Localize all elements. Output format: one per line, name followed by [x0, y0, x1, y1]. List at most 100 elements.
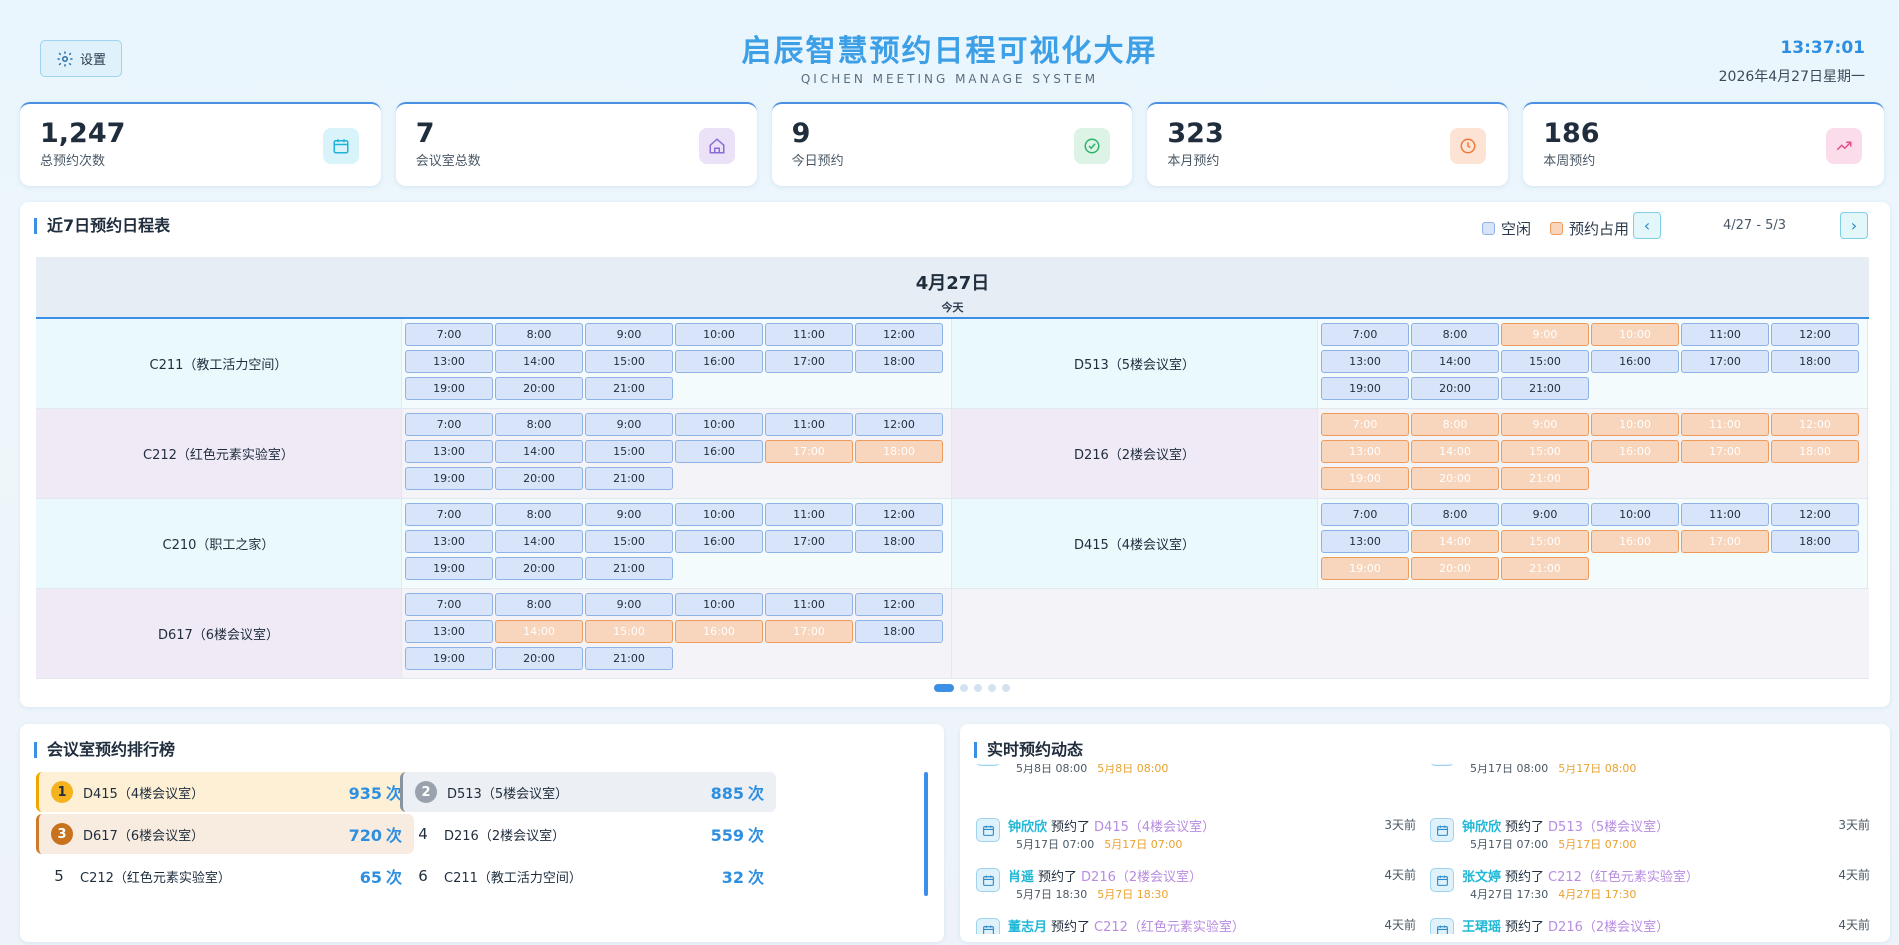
slot-free[interactable]: 15:00 [585, 350, 673, 373]
slot-booked[interactable]: 15:00 [1501, 530, 1589, 553]
slot-free[interactable]: 11:00 [765, 413, 853, 436]
slot-free[interactable]: 13:00 [1321, 530, 1409, 553]
slot-booked[interactable]: 19:00 [1321, 557, 1409, 580]
slot-free[interactable]: 9:00 [1501, 503, 1589, 526]
ranking-item[interactable]: 1 D415（4楼会议室） 935 次 [36, 772, 414, 812]
slot-booked[interactable]: 14:00 [1411, 440, 1499, 463]
slot-free[interactable]: 7:00 [405, 413, 493, 436]
page-dot[interactable] [1002, 684, 1010, 692]
slot-booked[interactable]: 20:00 [1411, 467, 1499, 490]
slot-booked[interactable]: 17:00 [1681, 440, 1769, 463]
slot-free[interactable]: 7:00 [405, 593, 493, 616]
slot-booked[interactable]: 11:00 [1681, 413, 1769, 436]
slot-free[interactable]: 15:00 [1501, 350, 1589, 373]
slot-free[interactable]: 18:00 [1771, 350, 1859, 373]
slot-free[interactable]: 19:00 [405, 377, 493, 400]
slot-free[interactable]: 8:00 [495, 323, 583, 346]
slot-free[interactable]: 7:00 [1321, 503, 1409, 526]
slot-free[interactable]: 14:00 [495, 350, 583, 373]
slot-free[interactable]: 8:00 [1411, 323, 1499, 346]
slot-booked[interactable]: 17:00 [765, 440, 853, 463]
slot-free[interactable]: 11:00 [1681, 503, 1769, 526]
slot-free[interactable]: 11:00 [765, 323, 853, 346]
slot-free[interactable]: 10:00 [1591, 503, 1679, 526]
slot-free[interactable]: 9:00 [585, 593, 673, 616]
slot-free[interactable]: 18:00 [855, 620, 943, 643]
slot-free[interactable]: 16:00 [675, 440, 763, 463]
feed-item[interactable]: 肖遥 预约了 D216（2楼会议室） 4天前 5月7日 18:30 5月7日 18:30 [976, 864, 1416, 910]
slot-booked[interactable]: 10:00 [1591, 413, 1679, 436]
slot-free[interactable]: 13:00 [405, 350, 493, 373]
feed-item[interactable]: 钟欣欣 预约了 D415（4楼会议室） 3天前 5月17日 07:00 5月17日 07:… [976, 814, 1416, 860]
slot-booked[interactable]: 8:00 [1411, 413, 1499, 436]
slot-free[interactable]: 21:00 [585, 377, 673, 400]
slot-free[interactable]: 12:00 [855, 503, 943, 526]
slot-free[interactable]: 11:00 [1681, 323, 1769, 346]
slot-free[interactable]: 12:00 [1771, 323, 1859, 346]
slot-booked[interactable]: 16:00 [1591, 440, 1679, 463]
slot-free[interactable]: 13:00 [405, 620, 493, 643]
slot-free[interactable]: 21:00 [585, 647, 673, 670]
slot-free[interactable]: 17:00 [765, 530, 853, 553]
slot-free[interactable]: 8:00 [495, 593, 583, 616]
prev-week-button[interactable]: ‹ [1633, 212, 1661, 239]
slot-booked[interactable]: 9:00 [1501, 323, 1589, 346]
slot-free[interactable]: 10:00 [675, 323, 763, 346]
slot-free[interactable]: 9:00 [585, 503, 673, 526]
slot-free[interactable]: 7:00 [1321, 323, 1409, 346]
slot-free[interactable]: 21:00 [585, 557, 673, 580]
slot-booked[interactable]: 9:00 [1501, 413, 1589, 436]
slot-free[interactable]: 19:00 [405, 557, 493, 580]
slot-free[interactable]: 12:00 [855, 413, 943, 436]
ranking-item[interactable]: 5 C212（红色元素实验室） 65 次 [36, 856, 414, 896]
slot-booked[interactable]: 18:00 [855, 440, 943, 463]
scrollbar[interactable] [924, 772, 928, 896]
ranking-item[interactable]: 6 C211（教工活力空间） 32 次 [400, 856, 776, 896]
slot-free[interactable]: 8:00 [495, 413, 583, 436]
slot-free[interactable]: 11:00 [765, 593, 853, 616]
slot-free[interactable]: 16:00 [675, 350, 763, 373]
slot-free[interactable]: 19:00 [405, 647, 493, 670]
slot-free[interactable]: 8:00 [1411, 503, 1499, 526]
slot-free[interactable]: 13:00 [405, 440, 493, 463]
slot-booked[interactable]: 7:00 [1321, 413, 1409, 436]
page-dot[interactable] [974, 684, 982, 692]
slot-free[interactable]: 15:00 [585, 530, 673, 553]
slot-booked[interactable]: 19:00 [1321, 467, 1409, 490]
slot-booked[interactable]: 17:00 [765, 620, 853, 643]
slot-booked[interactable]: 16:00 [675, 620, 763, 643]
slot-booked[interactable]: 13:00 [1321, 440, 1409, 463]
slot-booked[interactable]: 12:00 [1771, 413, 1859, 436]
slot-free[interactable]: 18:00 [855, 350, 943, 373]
slot-free[interactable]: 12:00 [1771, 503, 1859, 526]
slot-free[interactable]: 14:00 [1411, 350, 1499, 373]
slot-booked[interactable]: 16:00 [1591, 530, 1679, 553]
slot-free[interactable]: 15:00 [585, 440, 673, 463]
slot-booked[interactable]: 10:00 [1591, 323, 1679, 346]
page-dot[interactable] [988, 684, 996, 692]
ranking-item[interactable]: 2 D513（5楼会议室） 885 次 [400, 772, 776, 812]
slot-free[interactable]: 16:00 [675, 530, 763, 553]
feed-item[interactable]: 张文婷 预约了 C212（红色元素实验室） 4天前 4月27日 17:30 4月27日 1… [1430, 864, 1870, 910]
slot-free[interactable]: 10:00 [675, 593, 763, 616]
slot-free[interactable]: 20:00 [1411, 377, 1499, 400]
slot-free[interactable]: 10:00 [675, 503, 763, 526]
page-dot[interactable] [960, 684, 968, 692]
slot-free[interactable]: 20:00 [495, 467, 583, 490]
slot-booked[interactable]: 21:00 [1501, 557, 1589, 580]
slot-free[interactable]: 13:00 [405, 530, 493, 553]
slot-booked[interactable]: 14:00 [495, 620, 583, 643]
page-dot[interactable] [934, 684, 954, 692]
slot-free[interactable]: 20:00 [495, 377, 583, 400]
slot-free[interactable]: 13:00 [1321, 350, 1409, 373]
slot-free[interactable]: 20:00 [495, 647, 583, 670]
slot-free[interactable]: 9:00 [585, 323, 673, 346]
slot-free[interactable]: 14:00 [495, 530, 583, 553]
slot-free[interactable]: 19:00 [405, 467, 493, 490]
slot-free[interactable]: 20:00 [495, 557, 583, 580]
slot-free[interactable]: 19:00 [1321, 377, 1409, 400]
ranking-item[interactable]: 3 D617（6楼会议室） 720 次 [36, 814, 414, 854]
slot-free[interactable]: 12:00 [855, 323, 943, 346]
feed-item[interactable]: 王珺瑶 预约了 D216（2楼会议室） 4天前 [1430, 914, 1870, 934]
slot-booked[interactable]: 21:00 [1501, 467, 1589, 490]
